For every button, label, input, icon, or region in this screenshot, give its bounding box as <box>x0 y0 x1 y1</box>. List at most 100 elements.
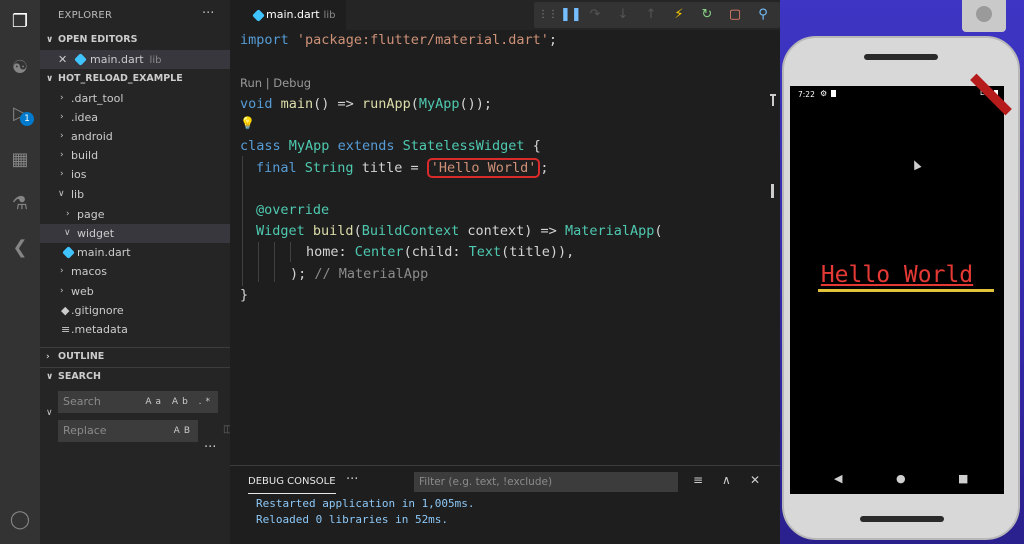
chevron-right-icon: › <box>60 150 64 160</box>
pause-icon[interactable]: ❚❚ <box>560 6 582 24</box>
desktop-background: 7:22 ⚙ LTE Hello World ◀ ● ■ <box>780 0 1024 544</box>
android-emulator: 7:22 ⚙ LTE Hello World ◀ ● ■ <box>782 36 1020 540</box>
chevron-down-icon: ∨ <box>46 74 54 84</box>
step-over-icon[interactable]: ↷ <box>586 6 604 24</box>
dart-file-icon <box>74 53 87 66</box>
restart-icon[interactable]: ↻ <box>698 6 716 24</box>
mouse-cursor-icon <box>910 158 922 171</box>
code-line: void main() => runApp(MyApp()); <box>240 96 493 112</box>
inspect-widget-icon[interactable]: ⚲ <box>754 6 772 24</box>
highlighted-string: 'Hello World' <box>426 158 541 178</box>
chevron-right-icon: › <box>60 112 64 122</box>
tree-item-ios[interactable]: › ios <box>40 165 230 184</box>
toggle-replace-icon[interactable]: ∨ <box>46 408 53 418</box>
indent-guide <box>274 242 275 282</box>
account-icon[interactable]: ◯ <box>8 508 32 532</box>
open-editor-item[interactable]: ✕ main.dart lib <box>40 50 230 69</box>
extensions-icon[interactable]: ▦ <box>8 148 32 172</box>
tree-item-dart-tool[interactable]: › .dart_tool <box>40 89 230 108</box>
stop-icon[interactable]: ▢ <box>726 6 744 24</box>
source-control-icon[interactable]: ☯ <box>8 56 32 80</box>
code-line: class MyApp extends StatelessWidget { <box>240 138 541 154</box>
step-out-icon[interactable]: ↑ <box>642 6 660 24</box>
outline-header[interactable]: › OUTLINE <box>40 347 230 365</box>
open-editors-header[interactable]: ∨ OPEN EDITORS <box>40 31 230 49</box>
tree-item-macos[interactable]: › macos <box>40 262 230 281</box>
maximize-panel-icon[interactable]: ∧ <box>722 473 731 487</box>
tree-item-main-dart[interactable]: main.dart <box>40 243 230 262</box>
status-time: 7:22 <box>798 90 815 99</box>
tree-item-widget[interactable]: ∨ widget <box>40 224 230 243</box>
chevron-right-icon: › <box>46 352 50 362</box>
clear-console-icon[interactable]: ≡ <box>693 473 703 487</box>
project-header[interactable]: ∨ HOT_RELOAD_EXAMPLE <box>40 70 230 88</box>
code-line: @override <box>256 202 330 218</box>
chevron-right-icon: › <box>60 266 64 276</box>
sim-icon <box>831 90 836 97</box>
tree-item-page[interactable]: › page <box>40 205 230 224</box>
tree-item-android[interactable]: › android <box>40 127 230 146</box>
android-nav-bar: ◀ ● ■ <box>790 464 1004 494</box>
git-icon: ◆ <box>61 304 70 317</box>
explorer-title: EXPLORER <box>58 10 113 21</box>
bottom-speaker <box>860 516 944 522</box>
hot-reload-icon[interactable]: ⚡ <box>670 6 688 24</box>
code-line: import 'package:flutter/material.dart'; <box>240 32 558 48</box>
file-icon: ≡ <box>61 323 71 336</box>
drag-handle-icon[interactable]: ⋮⋮ <box>538 6 558 24</box>
step-into-icon[interactable]: ↓ <box>614 6 632 24</box>
run-debug-codelens[interactable]: Run | Debug <box>240 76 311 90</box>
debug-badge: 1 <box>20 112 34 126</box>
code-line: home: Center(child: Text(title)), <box>306 244 575 260</box>
lightbulb-icon[interactable]: 💡 <box>240 116 255 130</box>
sidebar: EXPLORER ··· ∨ OPEN EDITORS ✕ main.dart l… <box>40 0 232 544</box>
search-options[interactable]: Aa Ab .* <box>145 391 214 413</box>
dart-file-icon <box>252 9 265 22</box>
close-icon[interactable]: ✕ <box>58 50 67 69</box>
chevron-down-icon: ∨ <box>46 35 54 45</box>
indent-guide <box>242 156 243 286</box>
tab-main-dart[interactable]: main.dart lib <box>230 0 346 30</box>
preserve-case-option[interactable]: AB <box>174 420 194 442</box>
hard-drive-icon[interactable] <box>962 0 1006 32</box>
tree-item-build[interactable]: › build <box>40 146 230 165</box>
tree-item-web[interactable]: › web <box>40 282 230 301</box>
chevron-right-icon: › <box>60 93 64 103</box>
debug-console-panel: DEBUG CONSOLE ··· Filter (e.g. text, !ex… <box>230 465 780 544</box>
replace-input[interactable]: Replace AB <box>58 420 198 442</box>
chevron-down-icon: ∨ <box>58 189 65 199</box>
chevron-right-icon: › <box>60 131 64 141</box>
dart-file-icon <box>62 246 75 259</box>
scroll-marker <box>772 94 774 106</box>
chevron-down-icon: ∨ <box>64 228 71 238</box>
console-filter-input[interactable]: Filter (e.g. text, !exclude) <box>414 472 678 492</box>
editor: main.dart lib ⋮⋮ ❚❚ ↷ ↓ ↑ ⚡ ↻ ▢ ⚲ import … <box>230 0 780 465</box>
debug-toolbar: ⋮⋮ ❚❚ ↷ ↓ ↑ ⚡ ↻ ▢ ⚲ <box>534 2 780 28</box>
chevron-right-icon: › <box>60 286 64 296</box>
search-header[interactable]: ∨ SEARCH <box>40 367 230 385</box>
close-panel-icon[interactable]: ✕ <box>750 473 760 487</box>
tree-item-gitignore[interactable]: ◆ .gitignore <box>40 301 230 320</box>
flutter-icon[interactable]: ❮ <box>8 236 32 260</box>
chevron-right-icon: › <box>60 169 64 179</box>
panel-more-button[interactable]: ··· <box>346 472 358 487</box>
code-line: Widget build(BuildContext context) => Ma… <box>256 223 663 239</box>
code-line: ); // MaterialApp <box>290 266 429 282</box>
testing-icon[interactable]: ⚗ <box>8 192 32 216</box>
back-icon[interactable]: ◀ <box>834 472 842 485</box>
tree-item-lib[interactable]: ∨ lib <box>40 185 230 204</box>
recents-icon[interactable]: ■ <box>958 472 968 485</box>
status-bar: 7:22 ⚙ LTE <box>790 86 1004 104</box>
search-more-button[interactable]: ··· <box>204 440 216 455</box>
tree-item-metadata[interactable]: ≡ .metadata <box>40 320 230 339</box>
tab-debug-console[interactable]: DEBUG CONSOLE <box>248 476 336 494</box>
search-input[interactable]: Search Aa Ab .* <box>58 391 218 413</box>
home-icon[interactable]: ● <box>896 472 906 485</box>
chevron-right-icon: › <box>66 209 70 219</box>
tree-item-idea[interactable]: › .idea <box>40 108 230 127</box>
emulator-screen[interactable]: 7:22 ⚙ LTE Hello World ◀ ● ■ <box>790 73 1012 494</box>
scrollbar-thumb[interactable] <box>771 184 774 198</box>
explorer-icon[interactable]: ❐ <box>8 10 32 34</box>
explorer-more-button[interactable]: ··· <box>202 6 214 21</box>
settings-icon: ⚙ <box>820 89 828 98</box>
